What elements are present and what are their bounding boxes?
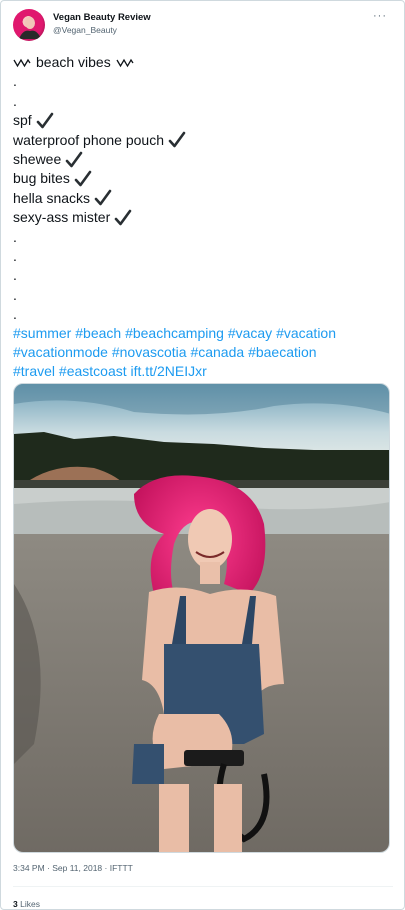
checkmark-icon — [36, 112, 53, 129]
checklist-item: bug bites — [13, 169, 393, 188]
checkmark-icon — [65, 151, 83, 167]
checklist-item: waterproof phone pouch — [13, 131, 393, 150]
hashtag-row: #vacationmode #novascotia #canada #baeca… — [13, 343, 393, 362]
tweet-card: Vegan Beauty Review @Vegan_Beauty ··· be… — [0, 0, 405, 910]
hashtags: #summer #beach #beachcamping #vacay #vac… — [13, 324, 393, 381]
checklist-item: hella snacks — [13, 189, 393, 208]
tweet-heading-text: beach vibes — [36, 54, 111, 70]
hashtag-link[interactable]: #novascotia — [112, 344, 187, 360]
wave-icon — [13, 58, 31, 67]
dot-line: . — [13, 267, 17, 284]
checklist-item: sexy-ass mister — [13, 208, 393, 227]
tweet-photo[interactable] — [13, 383, 390, 853]
hashtag-link[interactable]: #travel — [13, 363, 55, 379]
dot-line: . — [13, 286, 17, 303]
checklist-label: shewee — [13, 150, 62, 167]
hashtag-link[interactable]: #vacation — [276, 325, 336, 341]
tweet-header: Vegan Beauty Review @Vegan_Beauty ··· — [13, 9, 393, 43]
checklist-label: hella snacks — [13, 189, 91, 206]
dot-line: . — [13, 306, 17, 323]
hashtag-link[interactable]: #eastcoast — [59, 363, 127, 379]
checkmark-icon — [114, 209, 132, 226]
tweet-heading: beach vibes — [13, 53, 393, 72]
hashtag-link[interactable]: #baecation — [248, 344, 317, 360]
hashtag-link[interactable]: #vacay — [228, 325, 272, 341]
author-display-name[interactable]: Vegan Beauty Review — [53, 11, 151, 24]
divider — [13, 886, 393, 887]
dot-line: . — [13, 228, 17, 245]
checklist-label: sexy-ass mister — [13, 209, 111, 226]
hashtag-link[interactable]: #beachcamping — [125, 325, 224, 341]
checklist-label: waterproof phone pouch — [13, 131, 164, 148]
hashtag-row: #summer #beach #beachcamping #vacay #vac… — [13, 324, 393, 343]
hashtag-link[interactable]: #beach — [75, 325, 121, 341]
tweet-timestamp[interactable]: 3:34 PM · Sep 11, 2018 · IFTTT — [13, 863, 133, 873]
likes-count[interactable]: 3 Likes — [13, 899, 40, 909]
likes-label: Likes — [20, 899, 40, 909]
author-handle[interactable]: @Vegan_Beauty — [53, 24, 151, 37]
checkmark-icon — [94, 190, 112, 206]
likes-number: 3 — [13, 899, 18, 909]
checklist-label: spf — [13, 112, 32, 129]
author-names: Vegan Beauty Review @Vegan_Beauty — [53, 11, 151, 37]
more-options-icon[interactable]: ··· — [371, 11, 389, 25]
dot-line: . — [13, 73, 17, 90]
hashtag-link[interactable]: #summer — [13, 325, 71, 341]
wave-icon — [116, 58, 134, 67]
hashtag-link[interactable]: #canada — [190, 344, 244, 360]
hashtag-link[interactable]: #vacationmode — [13, 344, 108, 360]
external-link[interactable]: ift.tt/2NEIJxr — [131, 363, 207, 379]
checkmark-icon — [74, 170, 92, 187]
tweet-text: beach vibes . . spf waterproof phone pou… — [13, 53, 393, 381]
checklist-item: spf — [13, 111, 393, 130]
dot-line: . — [13, 92, 17, 109]
checklist-label: bug bites — [13, 170, 70, 187]
dot-line: . — [13, 247, 17, 264]
avatar-photo-icon — [19, 17, 41, 39]
checklist-item: shewee — [13, 150, 393, 169]
checkmark-icon — [168, 131, 186, 148]
beach-photo-image — [14, 384, 389, 852]
hashtag-row: #travel #eastcoast ift.tt/2NEIJxr — [13, 362, 393, 381]
avatar[interactable] — [13, 9, 45, 41]
